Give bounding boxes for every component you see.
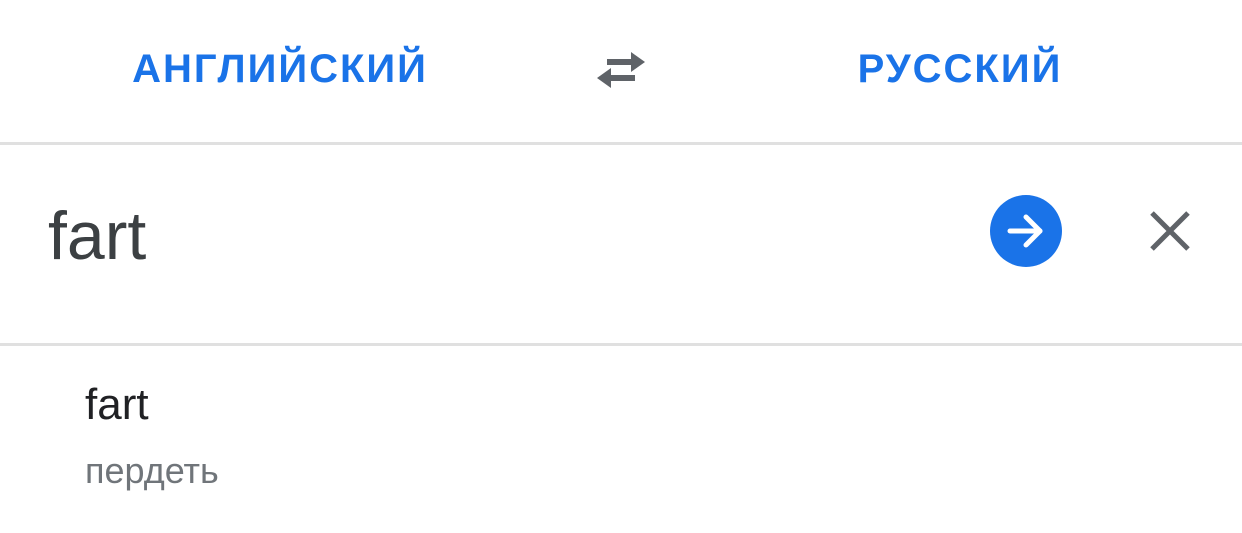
suggestion-translation: пердеть <box>85 450 219 491</box>
translate-go-button[interactable] <box>990 195 1062 267</box>
input-row <box>0 145 1242 343</box>
source-language-label: АНГЛИЙСКИЙ <box>132 46 428 91</box>
translate-screen: АНГЛИЙСКИЙ РУССКИЙ fart fart пердеть <box>0 0 1242 533</box>
suggestion-item[interactable]: fart пердеть <box>0 346 1242 533</box>
query-input[interactable] <box>48 191 928 281</box>
suggestion-term: fart <box>85 380 149 429</box>
target-language-label: РУССКИЙ <box>857 46 1063 91</box>
language-bar: АНГЛИЙСКИЙ РУССКИЙ <box>0 0 1242 143</box>
arrow-forward-icon <box>1007 214 1043 248</box>
clear-input-button[interactable] <box>1140 201 1200 261</box>
close-icon <box>1150 211 1190 251</box>
swap-arrows-icon <box>597 52 645 88</box>
swap-languages-button[interactable] <box>586 44 656 96</box>
target-language-button[interactable]: РУССКИЙ <box>840 0 1080 138</box>
source-language-button[interactable]: АНГЛИЙСКИЙ <box>120 0 440 138</box>
